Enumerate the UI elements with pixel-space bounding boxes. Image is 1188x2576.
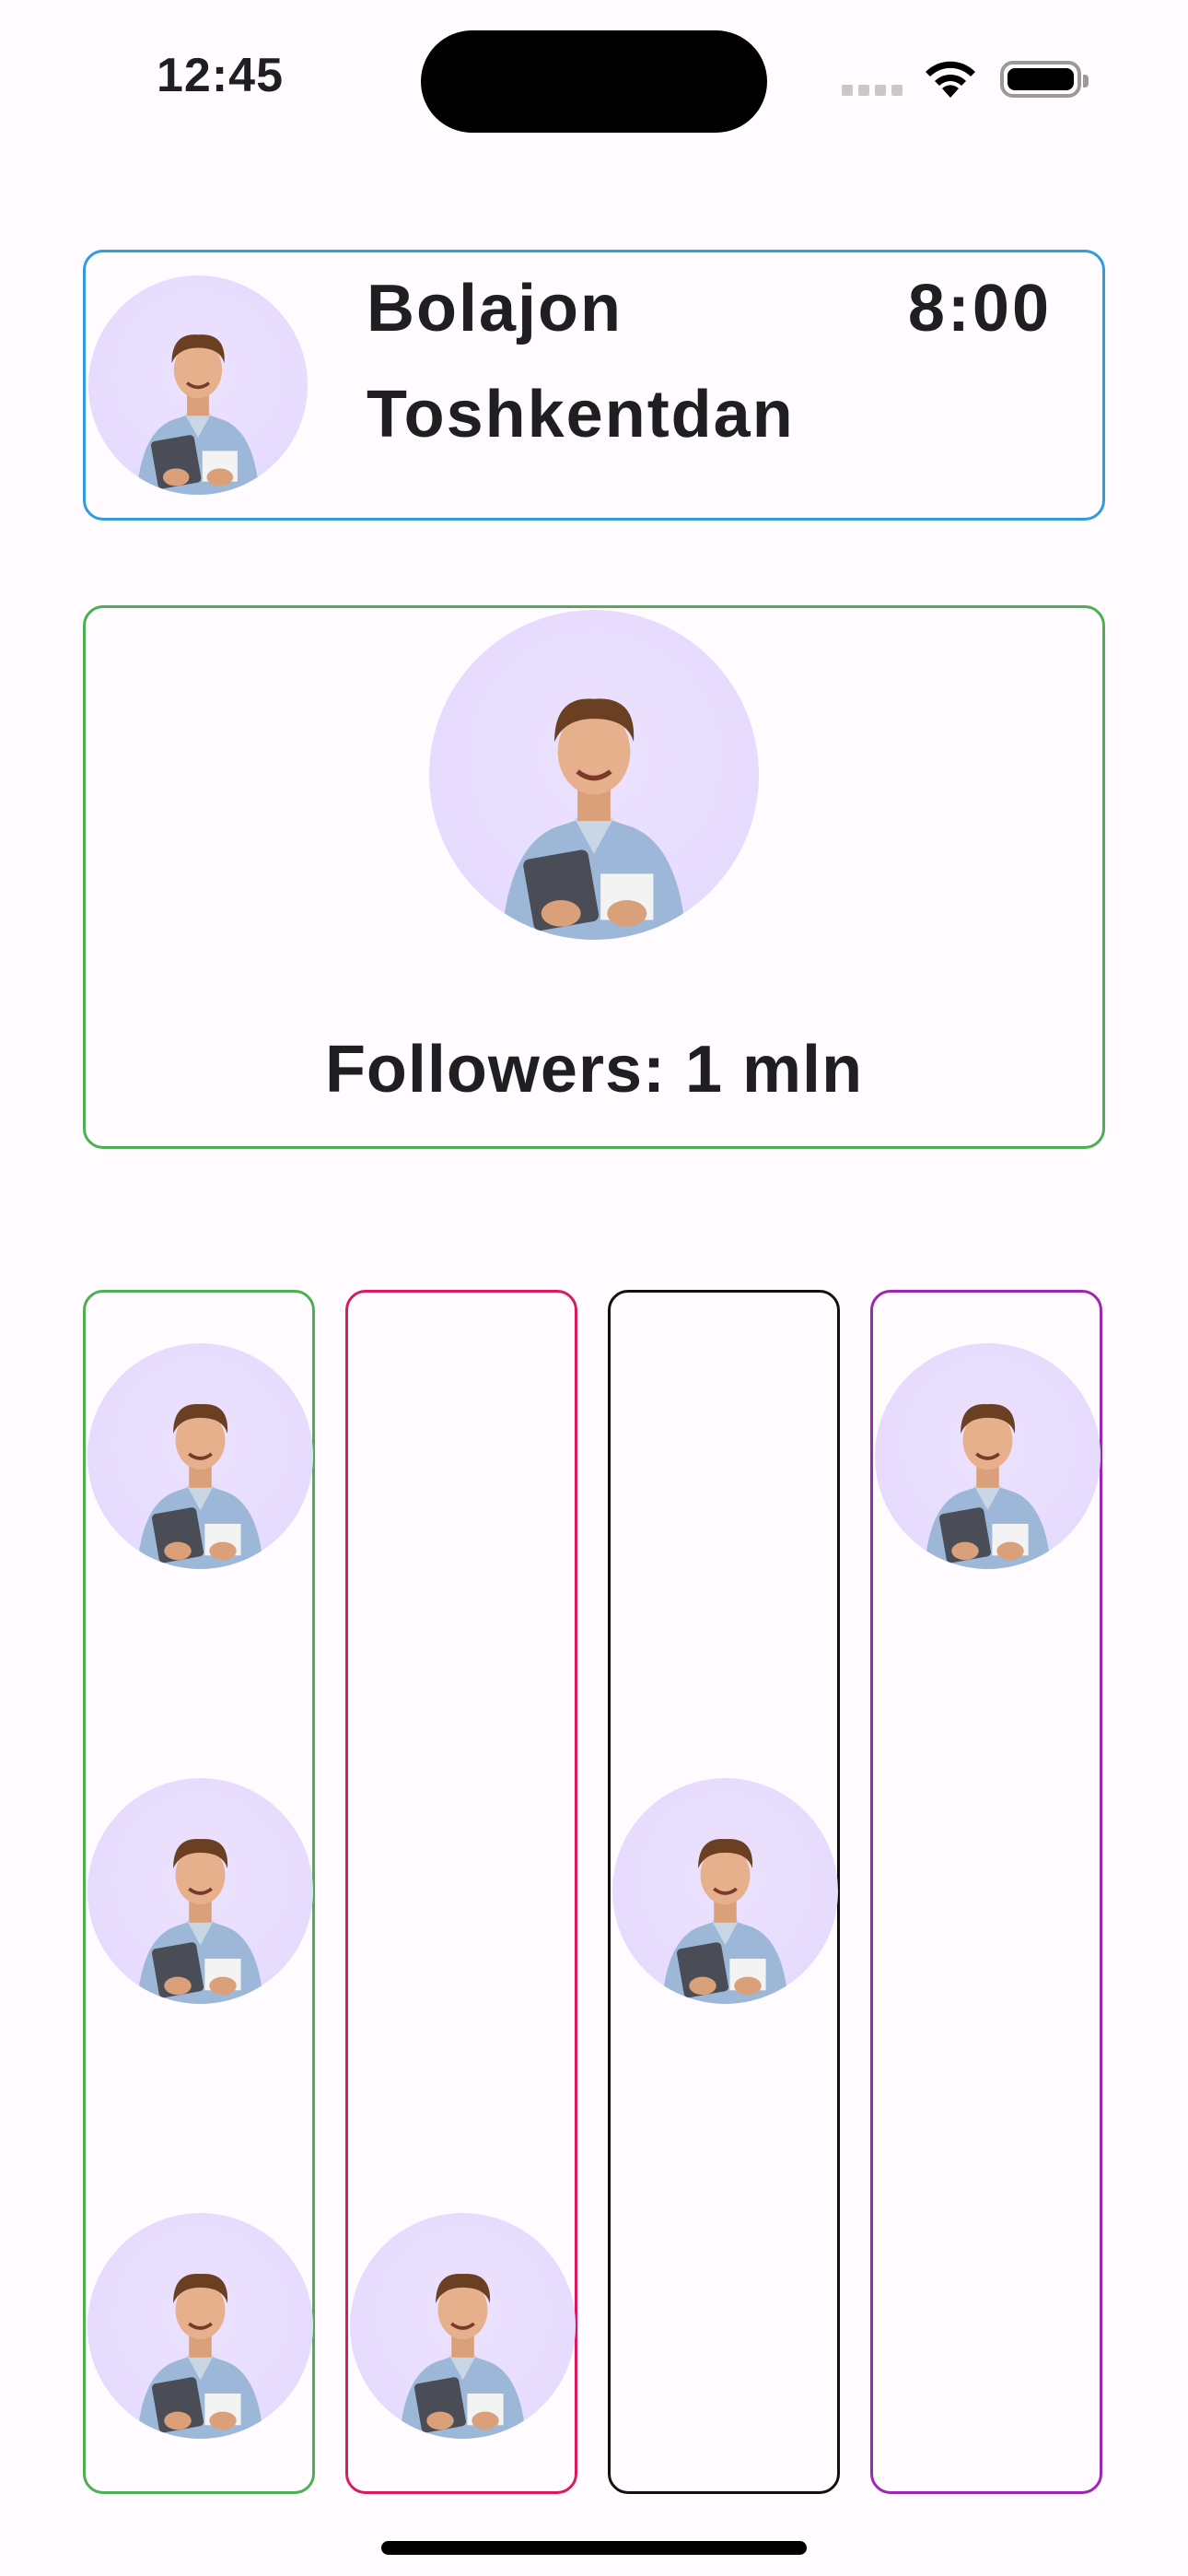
dynamic-island — [421, 30, 767, 133]
status-time: 12:45 — [157, 49, 284, 102]
avatar-column-1 — [83, 1290, 315, 2494]
person-avatar-icon — [88, 275, 308, 495]
person-avatar-icon — [350, 2213, 576, 2439]
profile-name: Bolajon — [367, 272, 623, 345]
wifi-icon — [926, 61, 975, 98]
followers-card[interactable]: Followers: 1 mln — [83, 605, 1105, 1149]
avatar-column-4 — [870, 1290, 1102, 2494]
battery-icon — [1000, 61, 1089, 98]
status-bar: 12:45 — [0, 0, 1188, 157]
person-avatar-icon — [612, 1778, 838, 2004]
battery-level — [1007, 68, 1074, 90]
profile-city: Toshkentdan — [367, 378, 795, 451]
home-indicator[interactable] — [381, 2541, 807, 2555]
avatar-column-2 — [345, 1290, 577, 2494]
person-avatar-icon — [429, 610, 759, 940]
person-avatar-icon — [875, 1343, 1101, 1569]
profile-time: 8:00 — [907, 272, 1052, 345]
avatar-column-3 — [608, 1290, 840, 2494]
person-avatar-icon — [87, 1778, 313, 2004]
person-avatar-icon — [87, 2213, 313, 2439]
profile-card[interactable]: Bolajon 8:00 Toshkentdan — [83, 250, 1105, 521]
followers-count: Followers: 1 mln — [324, 1033, 864, 1107]
cellular-signal-icon — [842, 85, 904, 96]
person-avatar-icon — [87, 1343, 313, 1569]
